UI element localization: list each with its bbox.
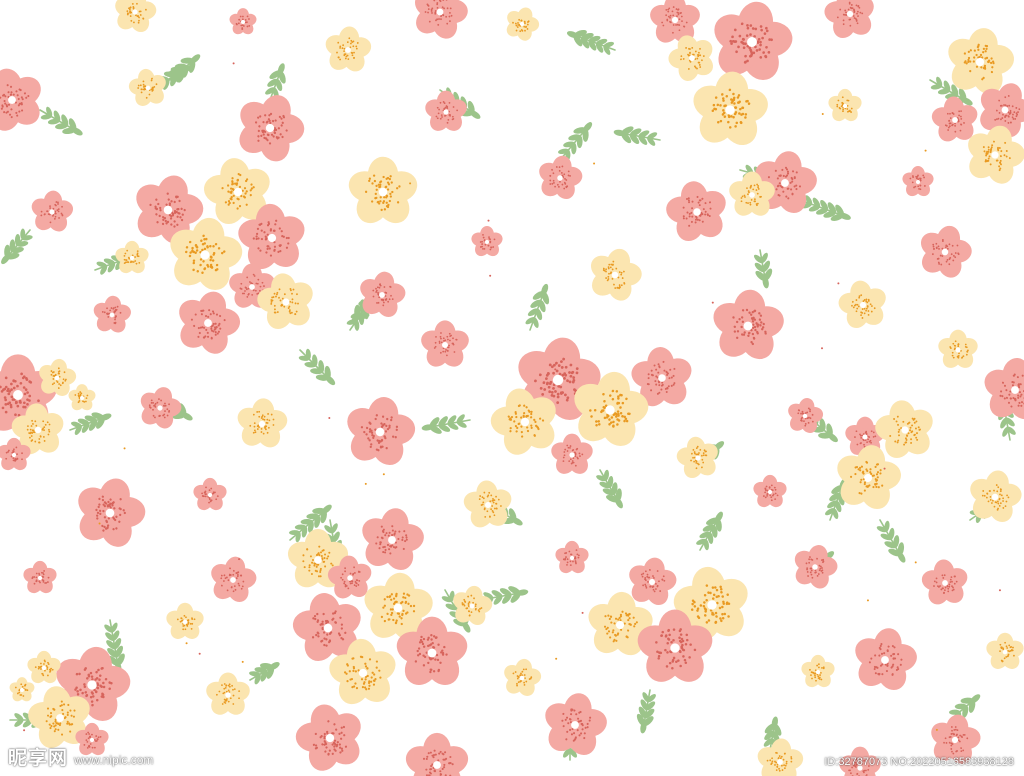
pink-flower xyxy=(140,387,182,429)
pink-flower xyxy=(211,556,257,603)
cream-flower xyxy=(166,602,204,639)
cream-flower xyxy=(348,156,418,224)
pink-flower xyxy=(921,559,968,605)
pink-flower xyxy=(714,1,793,81)
pink-flower xyxy=(78,478,146,547)
cream-flower xyxy=(237,398,288,448)
leaf-sprig xyxy=(696,511,723,551)
watermark-logo-text: 昵享网 xyxy=(8,747,69,769)
pink-flower xyxy=(794,545,838,589)
cream-flower xyxy=(504,658,542,697)
leaf-sprig xyxy=(525,283,550,331)
cream-flower xyxy=(676,436,718,479)
pink-flower xyxy=(555,540,589,574)
pink-flower xyxy=(753,474,787,508)
pink-flower xyxy=(229,8,257,35)
leaf-sprig xyxy=(249,662,280,685)
cream-flower xyxy=(838,280,886,329)
cream-flower xyxy=(693,71,768,146)
cream-flower xyxy=(9,677,35,702)
cream-flower xyxy=(115,0,157,33)
leaf-sprig xyxy=(596,469,623,509)
pink-flower xyxy=(824,0,874,39)
cream-flower xyxy=(938,329,978,368)
watermark-id: ID:32787073 NO:20220516583938128 xyxy=(824,756,1014,768)
pink-flower xyxy=(347,397,416,466)
pink-flower xyxy=(984,357,1024,420)
watermark-url: www.nipic.com xyxy=(74,753,154,767)
leaf-sprig xyxy=(753,249,773,289)
cream-flower xyxy=(801,654,835,688)
pink-flower xyxy=(405,732,469,776)
leaf-sprig xyxy=(39,106,83,136)
pink-flower xyxy=(295,704,361,771)
pink-flower xyxy=(23,560,57,594)
leaf-sprig xyxy=(876,519,906,563)
cream-flower xyxy=(27,650,61,684)
pink-flower xyxy=(855,628,917,691)
pink-flower xyxy=(902,165,934,197)
leaf-sprig xyxy=(69,412,112,435)
cream-flower xyxy=(206,672,250,715)
pink-flower xyxy=(421,320,469,367)
pink-flower xyxy=(31,190,74,232)
floral-pattern-canvas xyxy=(0,0,1024,776)
leaf-sprig xyxy=(1,228,33,265)
leaf-sprig xyxy=(566,29,616,55)
pink-flower xyxy=(539,155,583,200)
leaf-sprig xyxy=(421,414,471,434)
pink-flower xyxy=(415,0,468,39)
cream-flower xyxy=(828,88,862,122)
pink-flower xyxy=(920,225,972,278)
leaf-sprig xyxy=(298,348,336,386)
watermark-logo: 昵享网 www.nipic.com xyxy=(8,743,153,770)
leaf-sprig xyxy=(168,54,201,83)
pink-flower xyxy=(713,289,784,360)
cream-flower xyxy=(463,480,512,528)
cream-flower xyxy=(115,240,149,274)
cream-flower xyxy=(68,384,96,411)
cream-flower xyxy=(590,248,642,301)
leaf-sprig xyxy=(636,689,656,734)
pink-flower xyxy=(471,225,503,257)
pink-flower xyxy=(0,68,41,131)
cream-flower xyxy=(757,738,804,776)
cream-flower xyxy=(986,632,1024,669)
pink-flower xyxy=(193,477,227,511)
pink-flower xyxy=(666,181,726,242)
pink-flower xyxy=(93,295,131,333)
cream-flower xyxy=(325,26,372,72)
cream-flower xyxy=(506,7,540,41)
leaf-sprig xyxy=(613,126,661,146)
